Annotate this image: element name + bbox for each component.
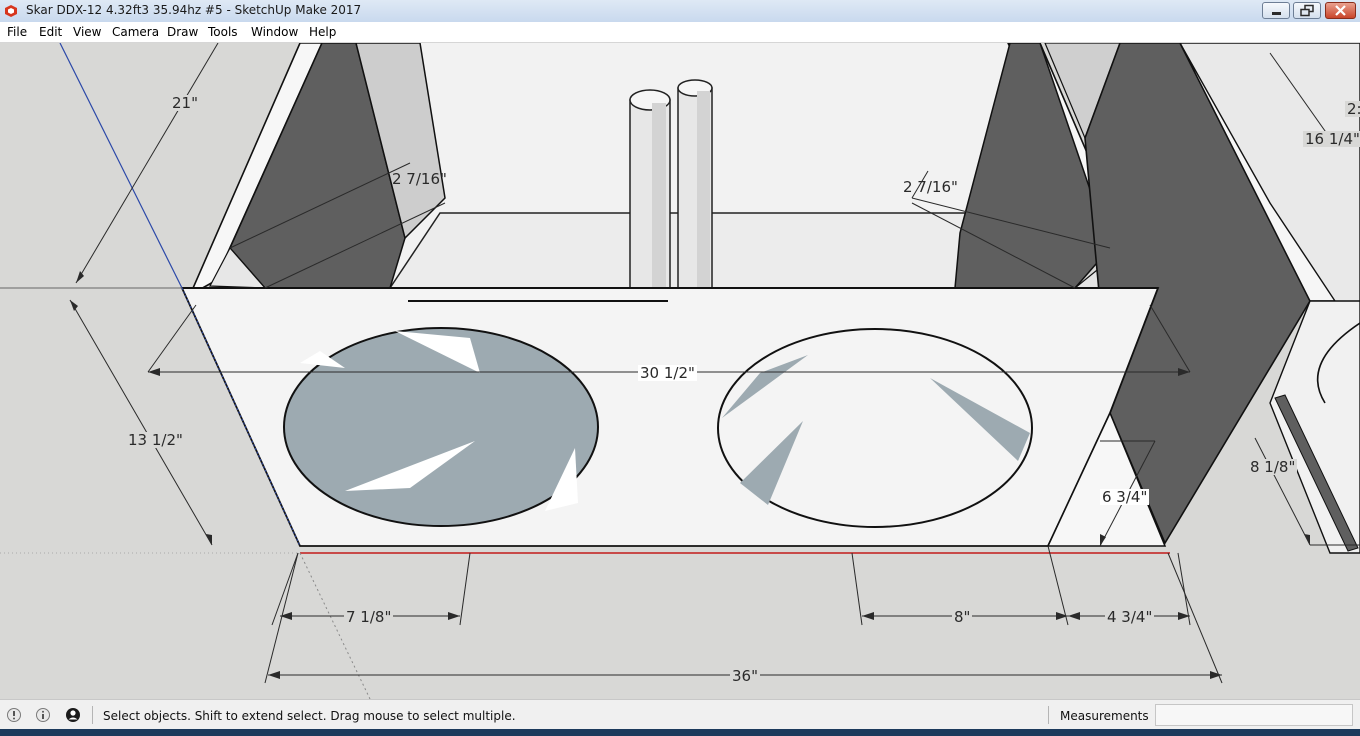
menu-camera[interactable]: Camera xyxy=(112,25,159,39)
minimize-icon xyxy=(1272,12,1281,15)
status-bar: Select objects. Shift to extend select. … xyxy=(0,699,1360,730)
speaker-cutout-left xyxy=(283,327,599,527)
title-bar: Skar DDX-12 4.32ft3 35.94hz #5 - SketchU… xyxy=(0,0,1360,23)
menu-window[interactable]: Window xyxy=(251,25,298,39)
close-button[interactable] xyxy=(1325,2,1356,19)
dim-36: 36" xyxy=(730,667,760,685)
minimize-button[interactable] xyxy=(1262,2,1290,19)
dim-2-partial: 2: xyxy=(1345,101,1360,117)
taskbar-strip xyxy=(0,729,1360,736)
dim-13-1-2: 13 1/2" xyxy=(126,431,185,449)
status-message: Select objects. Shift to extend select. … xyxy=(103,709,516,723)
dim-7-1-8: 7 1/8" xyxy=(344,608,394,626)
dim-8: 8" xyxy=(952,608,973,626)
menu-view[interactable]: View xyxy=(73,25,101,39)
menu-file[interactable]: File xyxy=(7,25,27,39)
user-account-icon[interactable] xyxy=(65,707,81,723)
status-divider xyxy=(92,706,93,724)
dim-21: 21" xyxy=(170,94,200,112)
sketchup-icon xyxy=(5,5,17,17)
terminal-post-right xyxy=(677,79,713,289)
maximize-icon xyxy=(1300,4,1314,17)
menu-help[interactable]: Help xyxy=(309,25,336,39)
dim-2-7-16-right: 2 7/16" xyxy=(903,178,958,196)
status-divider xyxy=(1048,706,1049,724)
window-title: Skar DDX-12 4.32ft3 35.94hz #5 - SketchU… xyxy=(26,3,362,17)
geo-location-icon[interactable] xyxy=(6,707,22,723)
terminal-post-left xyxy=(629,89,671,289)
dim-6-3-4: 6 3/4" xyxy=(1100,488,1150,506)
measurements-label: Measurements xyxy=(1060,709,1149,723)
maximize-button[interactable] xyxy=(1293,2,1321,19)
dim-16-1-4: 16 1/4" xyxy=(1303,130,1360,148)
model-viewport[interactable]: 21" 16 1/4" 2: 2 7/16" 2 7/16" 30 1/2" 1… xyxy=(0,43,1360,699)
menu-draw[interactable]: Draw xyxy=(167,25,198,39)
menu-bar: File Edit View Camera Draw Tools Window … xyxy=(0,22,1360,43)
dim-8-1-8: 8 1/8" xyxy=(1248,458,1298,476)
measurements-input[interactable] xyxy=(1155,704,1353,726)
credits-icon[interactable] xyxy=(35,707,51,723)
menu-tools[interactable]: Tools xyxy=(208,25,238,39)
dim-4-3-4: 4 3/4" xyxy=(1105,608,1155,626)
dim-30-1-2: 30 1/2" xyxy=(638,364,697,382)
close-icon xyxy=(1335,5,1346,16)
speaker-cutout-right xyxy=(717,328,1033,528)
dim-2-7-16-left: 2 7/16" xyxy=(392,170,447,188)
menu-edit[interactable]: Edit xyxy=(39,25,62,39)
